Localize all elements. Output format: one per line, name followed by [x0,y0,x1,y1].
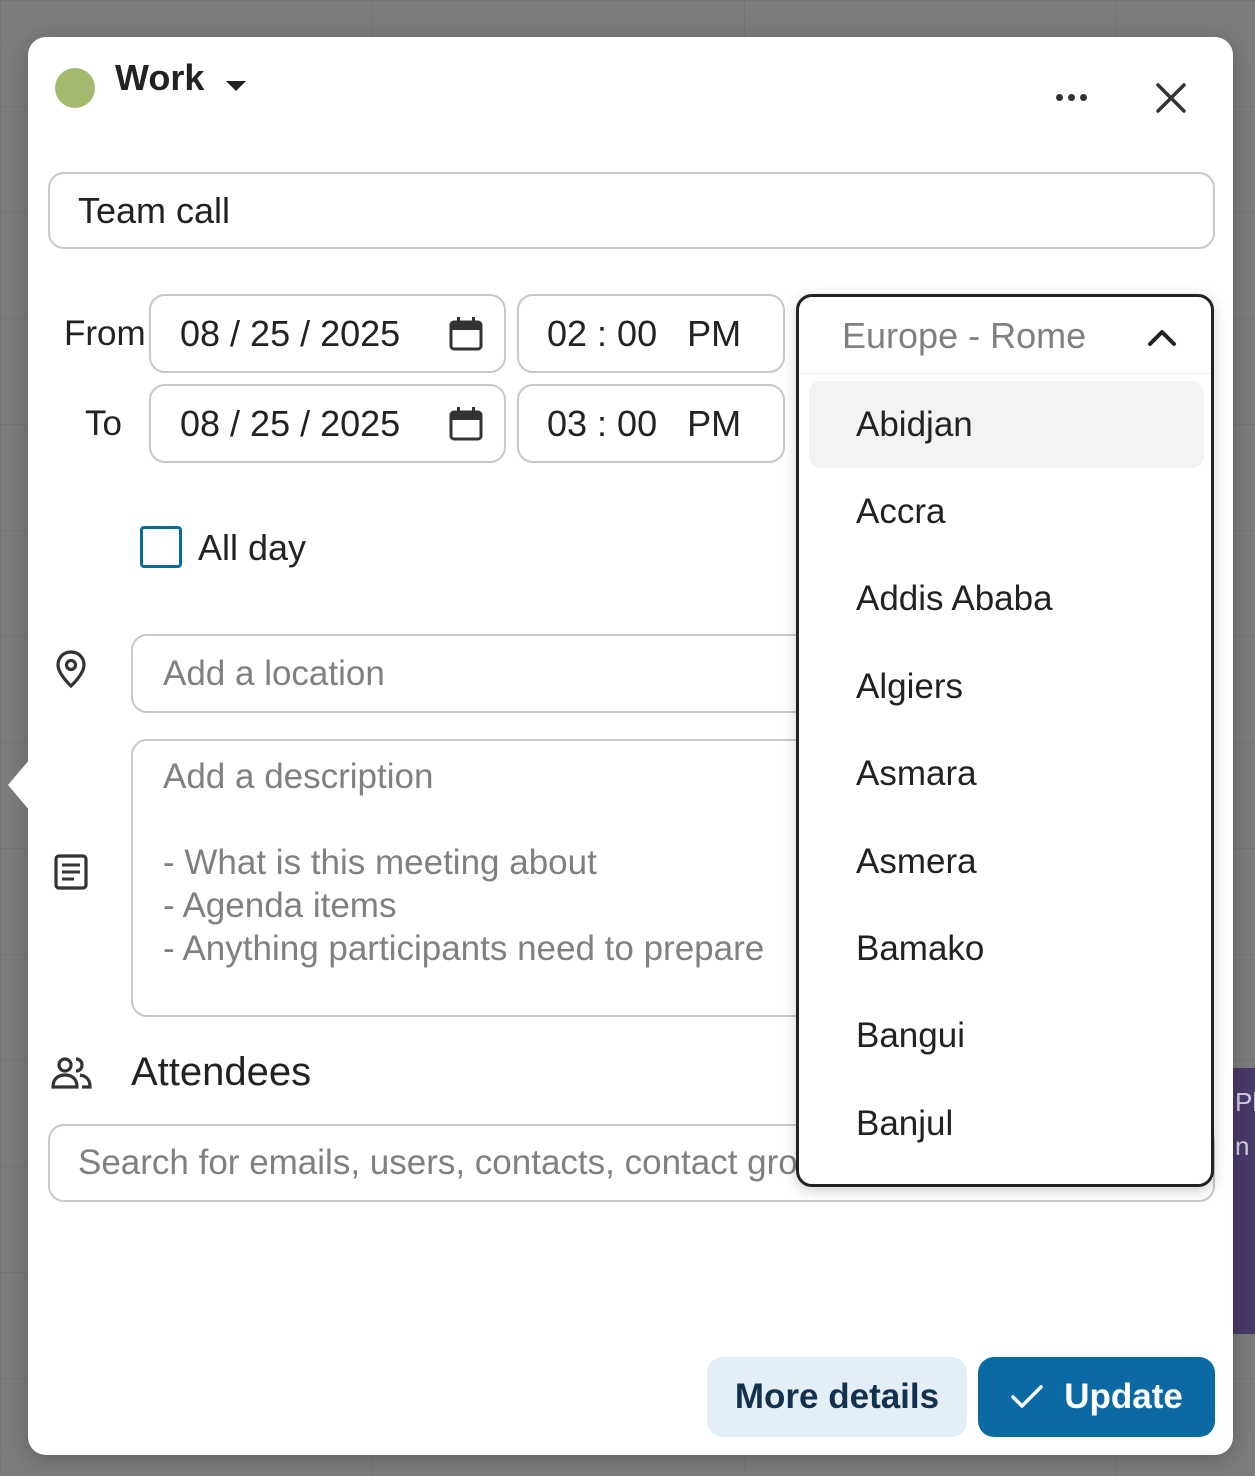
to-time-value: 03 : 00 PM [547,402,742,444]
description-line: - Agenda items [163,886,397,925]
update-label: Update [1064,1377,1183,1416]
description-icon [54,854,88,890]
calendar-icon[interactable] [448,316,484,352]
to-label: To [85,404,122,443]
all-day-label[interactable]: All day [198,527,306,569]
from-date-value: 08 / 25 / 2025 [180,312,401,354]
timezone-option[interactable]: Banjul [809,1080,1204,1167]
timezone-option[interactable]: Algiers [809,643,1204,730]
location-input[interactable]: Add a location [131,634,891,713]
attendees-icon [51,1057,92,1089]
chevron-up-icon[interactable] [1145,321,1179,355]
description-input[interactable]: Add a description - What is this meeting… [131,739,891,1017]
more-details-button[interactable]: More details [707,1357,967,1437]
timezone-option[interactable]: Bamako [809,905,1204,992]
event-editor-popover: Work Team call From 08 / 25 / 2025 02 : … [8,37,1233,1455]
event-title-input[interactable]: Team call [48,172,1215,249]
calendar-selector[interactable]: Work [115,57,204,99]
description-line [163,798,889,841]
timezone-dropdown[interactable]: Europe - Rome Abidjan Accra Addis Ababa … [796,294,1214,1187]
more-details-label: More details [734,1377,940,1416]
to-date-value: 08 / 25 / 2025 [180,402,401,444]
background-event[interactable]: Pl n [1233,1068,1255,1334]
attendees-label: Attendees [131,1050,312,1094]
close-icon[interactable] [1150,77,1192,119]
update-button[interactable]: Update [978,1357,1215,1437]
timezone-option[interactable]: Bangui [809,992,1204,1079]
from-time-value: 02 : 00 PM [547,312,742,354]
timezone-option[interactable]: Accra [809,468,1204,555]
all-day-checkbox[interactable] [140,526,182,568]
more-horizontal-icon[interactable] [1048,82,1094,112]
background-event-text: Pl n [1235,1087,1255,1161]
to-time-input[interactable]: 03 : 00 PM [517,384,785,463]
description-line: - Anything participants need to prepare [163,929,765,968]
popover-arrow [8,759,30,811]
calendar-color-dot[interactable] [55,68,95,108]
dropdown-divider [799,373,1211,374]
location-pin-icon [56,650,86,689]
description-line: - What is this meeting about [163,843,597,882]
description-line: Add a description [163,757,434,796]
from-label: From [64,314,146,353]
calendar-icon[interactable] [448,406,484,442]
check-icon [1011,1385,1043,1408]
from-date-input[interactable]: 08 / 25 / 2025 [149,294,506,373]
timezone-option[interactable]: Abidjan [809,381,1204,468]
location-placeholder: Add a location [163,653,385,693]
to-date-input[interactable]: 08 / 25 / 2025 [149,384,506,463]
from-time-input[interactable]: 02 : 00 PM [517,294,785,373]
timezone-selected-value: Europe - Rome [842,315,1087,356]
timezone-option[interactable]: Asmara [809,730,1204,817]
timezone-option[interactable]: Asmera [809,818,1204,905]
caret-down-icon[interactable] [226,81,246,91]
timezone-option[interactable]: Addis Ababa [809,555,1204,642]
